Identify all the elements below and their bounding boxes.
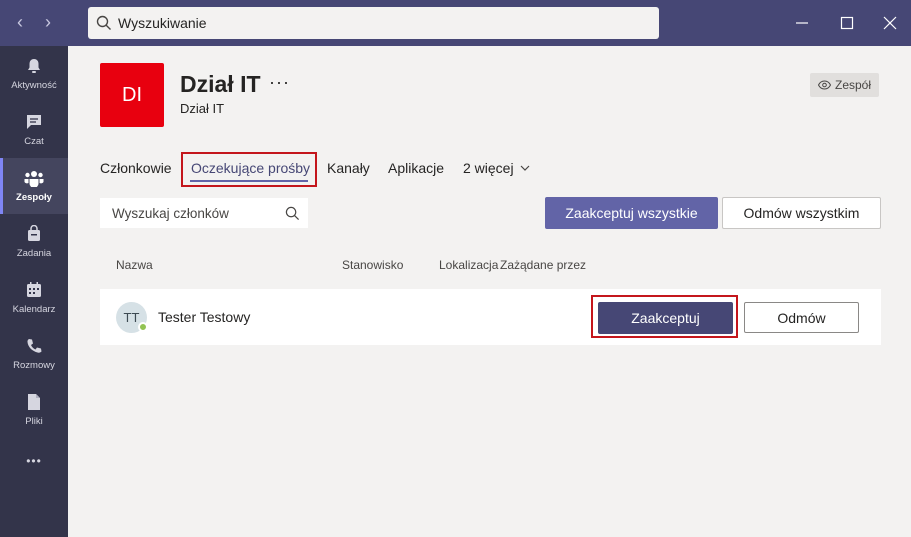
rail-item-activity[interactable]: Aktywność xyxy=(0,46,68,102)
minimize-icon xyxy=(796,22,808,24)
tab-apps[interactable]: Aplikacje xyxy=(388,160,444,176)
rail-item-assignments[interactable]: Zadania xyxy=(0,214,68,270)
highlight-box-accept xyxy=(591,295,738,338)
tab-channels[interactable]: Kanały xyxy=(327,160,370,176)
tab-more[interactable]: 2 więcej xyxy=(463,160,530,176)
highlight-box-tab xyxy=(181,152,317,187)
reject-button[interactable]: Odmów xyxy=(744,302,859,333)
member-search-input[interactable]: Wyszukaj członków xyxy=(100,198,308,228)
rail-label: Rozmowy xyxy=(13,360,55,371)
member-search-placeholder: Wyszukaj członków xyxy=(112,205,229,221)
tab-more-label: 2 więcej xyxy=(463,160,514,176)
rail-more-button[interactable]: ••• xyxy=(0,450,68,486)
chevron-down-icon xyxy=(520,165,530,171)
maximize-icon xyxy=(840,16,854,30)
rail-item-files[interactable]: Pliki xyxy=(0,382,68,438)
search-input[interactable]: Wyszukiwanie xyxy=(88,7,659,39)
file-icon xyxy=(24,392,44,412)
more-options-button[interactable]: ··· xyxy=(269,72,290,93)
rail-label: Aktywność xyxy=(11,80,57,91)
assignments-icon xyxy=(24,224,44,244)
chat-icon xyxy=(24,112,44,132)
rail-item-teams[interactable]: Zespoły xyxy=(0,158,68,214)
search-icon xyxy=(285,206,300,220)
eye-icon xyxy=(818,80,831,90)
team-badge[interactable]: Zespół xyxy=(810,73,880,97)
rail-label: Kalendarz xyxy=(12,304,56,315)
close-button[interactable] xyxy=(876,9,904,37)
reject-all-button[interactable]: Odmów wszystkim xyxy=(722,197,881,229)
maximize-button[interactable] xyxy=(833,9,861,37)
team-badge-label: Zespół xyxy=(835,78,872,92)
calendar-icon xyxy=(24,280,44,300)
rail-item-calendar[interactable]: Kalendarz xyxy=(0,270,68,326)
column-header-requested-by[interactable]: Zażądane przez xyxy=(500,258,586,272)
rail-item-calls[interactable]: Rozmowy xyxy=(0,326,68,382)
rail-label: Czat xyxy=(24,136,44,147)
team-subtitle: Dział IT xyxy=(180,101,225,116)
app-rail: Aktywność Czat Zespoły Zadania Kalendarz… xyxy=(0,46,68,537)
back-arrow-icon[interactable]: ‹ xyxy=(10,11,30,33)
phone-icon xyxy=(24,336,44,356)
table-row: TT Tester Testowy Zaakceptuj Odmów xyxy=(100,289,881,345)
search-icon xyxy=(96,15,111,30)
minimize-button[interactable] xyxy=(788,9,816,37)
rail-label: Pliki xyxy=(25,416,43,427)
rail-label: Zadania xyxy=(16,248,52,259)
presence-available-icon xyxy=(138,322,148,332)
search-placeholder: Wyszukiwanie xyxy=(118,15,207,31)
accept-all-button[interactable]: Zaakceptuj wszystkie xyxy=(545,197,718,229)
teams-icon xyxy=(24,168,44,188)
tab-members[interactable]: Członkowie xyxy=(100,160,172,176)
title-bar: ‹ › Wyszukiwanie xyxy=(0,0,911,46)
page-title: Dział IT xyxy=(180,71,261,97)
close-icon xyxy=(883,16,897,30)
more-icon: ••• xyxy=(26,454,42,468)
column-header-location[interactable]: Lokalizacja xyxy=(439,258,498,272)
rail-item-chat[interactable]: Czat xyxy=(0,102,68,158)
column-header-name[interactable]: Nazwa xyxy=(116,258,153,272)
team-avatar: DI xyxy=(100,63,164,127)
member-name: Tester Testowy xyxy=(158,309,251,325)
rail-label: Zespoły xyxy=(16,192,52,203)
column-header-title[interactable]: Stanowisko xyxy=(342,258,403,272)
bell-icon xyxy=(24,56,44,76)
forward-arrow-icon[interactable]: › xyxy=(38,11,58,33)
